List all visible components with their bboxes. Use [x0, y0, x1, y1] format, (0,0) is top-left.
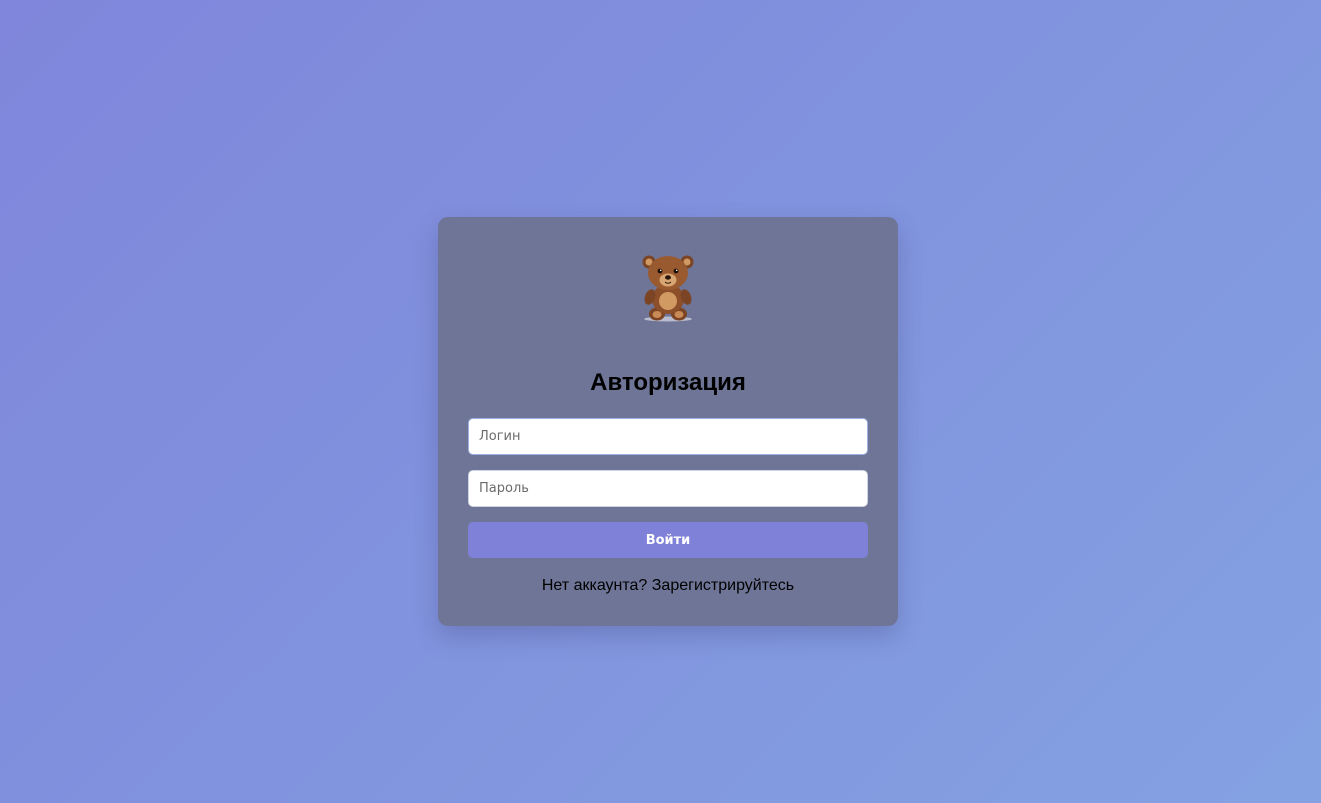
register-link[interactable]: Зарегистрируйтесь	[652, 577, 794, 594]
login-card: Авторизация Войти Нет аккаунта? Зарегист…	[438, 217, 898, 626]
register-prompt: Нет аккаунта? Зарегистрируйтесь	[438, 577, 898, 595]
register-prompt-text: Нет аккаунта?	[541, 577, 652, 594]
login-input[interactable]	[468, 418, 868, 455]
page-title: Авторизация	[590, 369, 746, 396]
teddy-bear-icon	[642, 255, 694, 322]
login-button[interactable]: Войти	[468, 522, 868, 558]
password-input[interactable]	[468, 470, 868, 507]
